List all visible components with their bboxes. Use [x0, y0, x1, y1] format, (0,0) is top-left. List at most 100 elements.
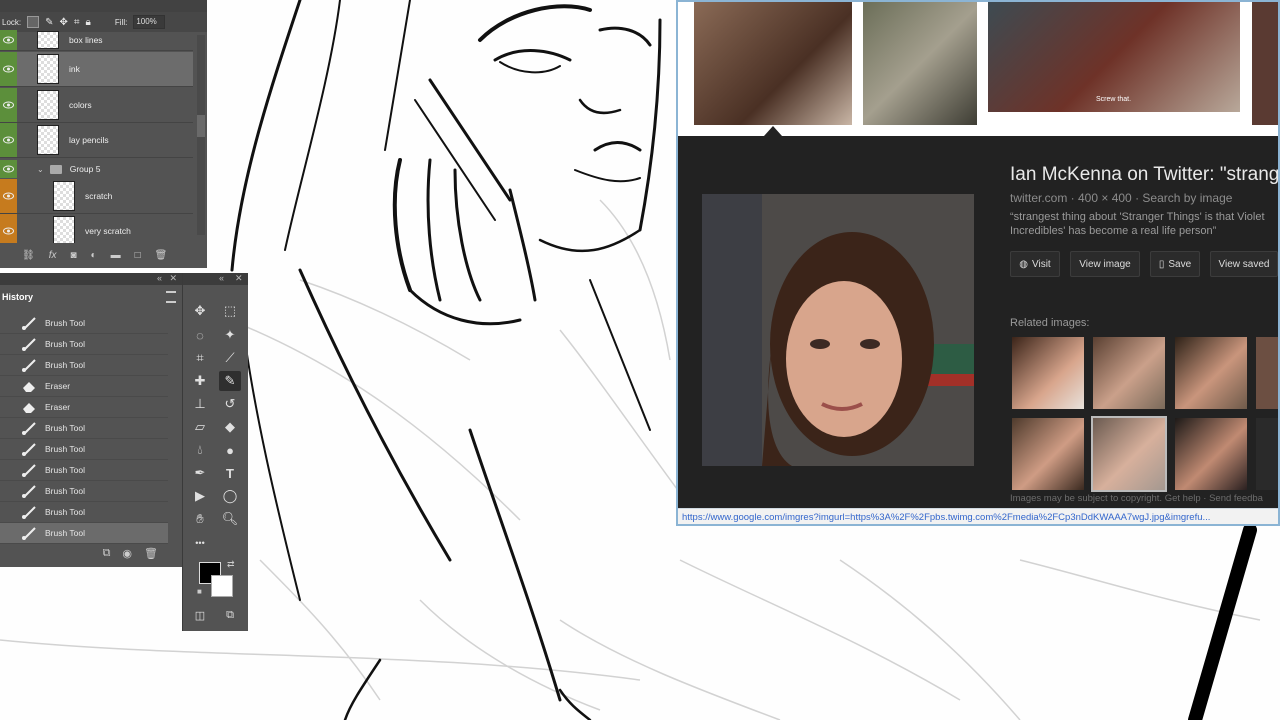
brush-icon — [22, 527, 36, 540]
history-item[interactable]: Brush Tool — [0, 418, 168, 439]
history-tab[interactable]: History — [0, 287, 62, 307]
close-icon[interactable]: ✕ — [169, 273, 177, 284]
quick-mask-icon[interactable]: ◫ — [189, 605, 211, 625]
marquee-tool-icon[interactable]: ⬚ — [219, 301, 241, 321]
lock-transparent-pixels-icon[interactable] — [27, 16, 40, 28]
crop-tool-icon[interactable]: ⌗ — [189, 348, 211, 368]
lock-label: Lock: — [2, 17, 22, 27]
result-title[interactable]: Ian McKenna on Twitter: "strang — [1010, 164, 1278, 186]
lasso-tool-icon[interactable]: ◌ — [189, 325, 211, 345]
visibility-eye-icon[interactable] — [0, 88, 17, 122]
result-description: “strangest thing about 'Stranger Things'… — [1010, 211, 1265, 237]
history-item-label: Brush Tool — [45, 360, 86, 370]
delete-state-icon[interactable]: 🗑︎ — [144, 547, 158, 560]
adjustment-layer-icon[interactable]: ◐ — [91, 250, 97, 261]
history-item[interactable]: Brush Tool — [0, 502, 168, 523]
pen-tool-icon[interactable]: ✒ — [189, 463, 211, 483]
result-image[interactable]: Screw that. — [988, 2, 1240, 112]
related-image[interactable] — [1012, 337, 1084, 409]
lock-image-pixels-icon[interactable]: ✎ — [45, 17, 53, 28]
eraser-icon — [23, 403, 35, 413]
lock-artboard-icon[interactable]: ⌗ — [74, 17, 80, 28]
view-image-button[interactable]: View image — [1070, 251, 1140, 277]
move-tool-icon[interactable]: ✥ — [189, 301, 211, 321]
layer-thumbnail — [37, 125, 59, 155]
result-image[interactable] — [1252, 2, 1278, 125]
history-item[interactable]: Brush Tool — [0, 481, 168, 502]
add-mask-icon[interactable]: ◙ — [70, 250, 76, 261]
brush-tool-icon[interactable]: ✎ — [219, 371, 241, 391]
zoom-tool-icon[interactable]: 🔍︎ — [219, 509, 241, 529]
magic-wand-tool-icon[interactable]: ✦ — [219, 325, 241, 345]
new-document-from-state-icon[interactable]: ⧉ — [103, 547, 111, 560]
related-image[interactable] — [1012, 418, 1084, 490]
fx-icon[interactable]: fx — [49, 250, 57, 261]
visibility-eye-icon[interactable] — [0, 179, 17, 213]
screen-mode-icon[interactable]: ⧉ — [219, 605, 241, 625]
new-layer-icon[interactable]: □ — [135, 250, 141, 261]
close-icon[interactable]: ✕ — [235, 273, 243, 284]
visibility-eye-icon[interactable] — [0, 123, 17, 157]
default-colors-icon[interactable]: ■ — [197, 587, 202, 596]
delete-layer-icon[interactable]: 🗑︎ — [155, 250, 168, 261]
visit-button[interactable]: ◍ Visit — [1010, 251, 1060, 277]
layer-group-row[interactable]: ⌄ Group 5 — [0, 160, 193, 178]
more-tools-icon[interactable]: ••• — [189, 533, 211, 553]
lock-all-icon[interactable]: 🔒︎ — [86, 17, 91, 28]
layer-row-selected[interactable]: ink — [0, 52, 193, 87]
layer-row[interactable]: colors — [0, 88, 193, 123]
history-item[interactable]: Eraser — [0, 397, 168, 418]
panel-menu-icon[interactable] — [166, 291, 176, 303]
swap-colors-icon[interactable]: ⇄ — [227, 559, 235, 570]
related-image[interactable] — [1256, 337, 1278, 409]
healing-brush-tool-icon[interactable]: ✚ — [189, 371, 211, 391]
ellipse-tool-icon[interactable]: ◯ — [219, 486, 241, 506]
layers-scrollbar[interactable] — [197, 35, 205, 235]
dodge-tool-icon[interactable]: ● — [219, 440, 241, 460]
path-selection-tool-icon[interactable]: ▶ — [189, 486, 211, 506]
history-item-label: Brush Tool — [45, 528, 86, 538]
layer-row[interactable]: scratch — [0, 179, 193, 214]
collapse-icon[interactable]: « — [157, 273, 162, 283]
layers-scrollbar-thumb[interactable] — [197, 115, 205, 137]
result-image[interactable] — [863, 2, 977, 125]
history-item[interactable]: Brush Tool — [0, 439, 168, 460]
related-image[interactable] — [1256, 418, 1278, 490]
layer-row[interactable]: box lines — [0, 30, 193, 51]
lock-position-icon[interactable]: ✥ — [60, 17, 68, 28]
history-item[interactable]: Brush Tool — [0, 334, 168, 355]
background-color-swatch[interactable] — [211, 575, 233, 597]
eraser-tool-icon[interactable]: ▱ — [189, 417, 211, 437]
related-image-selected[interactable] — [1091, 416, 1167, 492]
related-image[interactable] — [1175, 418, 1247, 490]
brush-icon — [22, 317, 36, 330]
eyedropper-tool-icon[interactable]: ⟋ — [219, 348, 241, 368]
related-image[interactable] — [1093, 337, 1165, 409]
history-item[interactable]: Brush Tool — [0, 313, 168, 334]
save-button[interactable]: ▯ Save — [1150, 251, 1200, 277]
result-image[interactable] — [694, 2, 852, 125]
blur-tool-icon[interactable]: 💧︎ — [189, 440, 211, 460]
visibility-eye-icon[interactable] — [0, 52, 17, 86]
snapshot-camera-icon[interactable]: ◉ — [122, 547, 132, 560]
layer-row[interactable]: lay pencils — [0, 123, 193, 158]
hand-tool-icon[interactable]: ✋︎ — [189, 509, 211, 529]
visibility-eye-icon[interactable] — [0, 30, 17, 50]
fill-input[interactable]: 100% — [133, 15, 166, 29]
collapse-icon[interactable]: « — [219, 273, 224, 283]
new-group-icon[interactable]: ▬ — [111, 250, 121, 261]
history-brush-tool-icon[interactable]: ↺ — [219, 394, 241, 414]
preview-image[interactable] — [702, 194, 974, 466]
history-item[interactable]: Eraser — [0, 376, 168, 397]
visibility-eye-icon[interactable] — [0, 160, 17, 178]
chevron-down-icon[interactable]: ⌄ — [37, 165, 44, 174]
related-image[interactable] — [1175, 337, 1247, 409]
paint-bucket-tool-icon[interactable]: ◆ — [219, 417, 241, 437]
history-item[interactable]: Brush Tool — [0, 460, 168, 481]
history-item[interactable]: Brush Tool — [0, 355, 168, 376]
view-saved-button[interactable]: View saved — [1210, 251, 1278, 277]
type-tool-icon[interactable]: T — [219, 463, 241, 483]
clone-stamp-tool-icon[interactable]: ⊥ — [189, 394, 211, 414]
tools-panel: « ✕ ✥ ⬚ ◌ ✦ ⌗ ⟋ ✚ ✎ ⊥ ↺ ▱ ◆ 💧︎ ● ✒ T ▶ ◯… — [182, 273, 248, 631]
link-layers-icon[interactable]: ⛓ — [22, 250, 35, 261]
